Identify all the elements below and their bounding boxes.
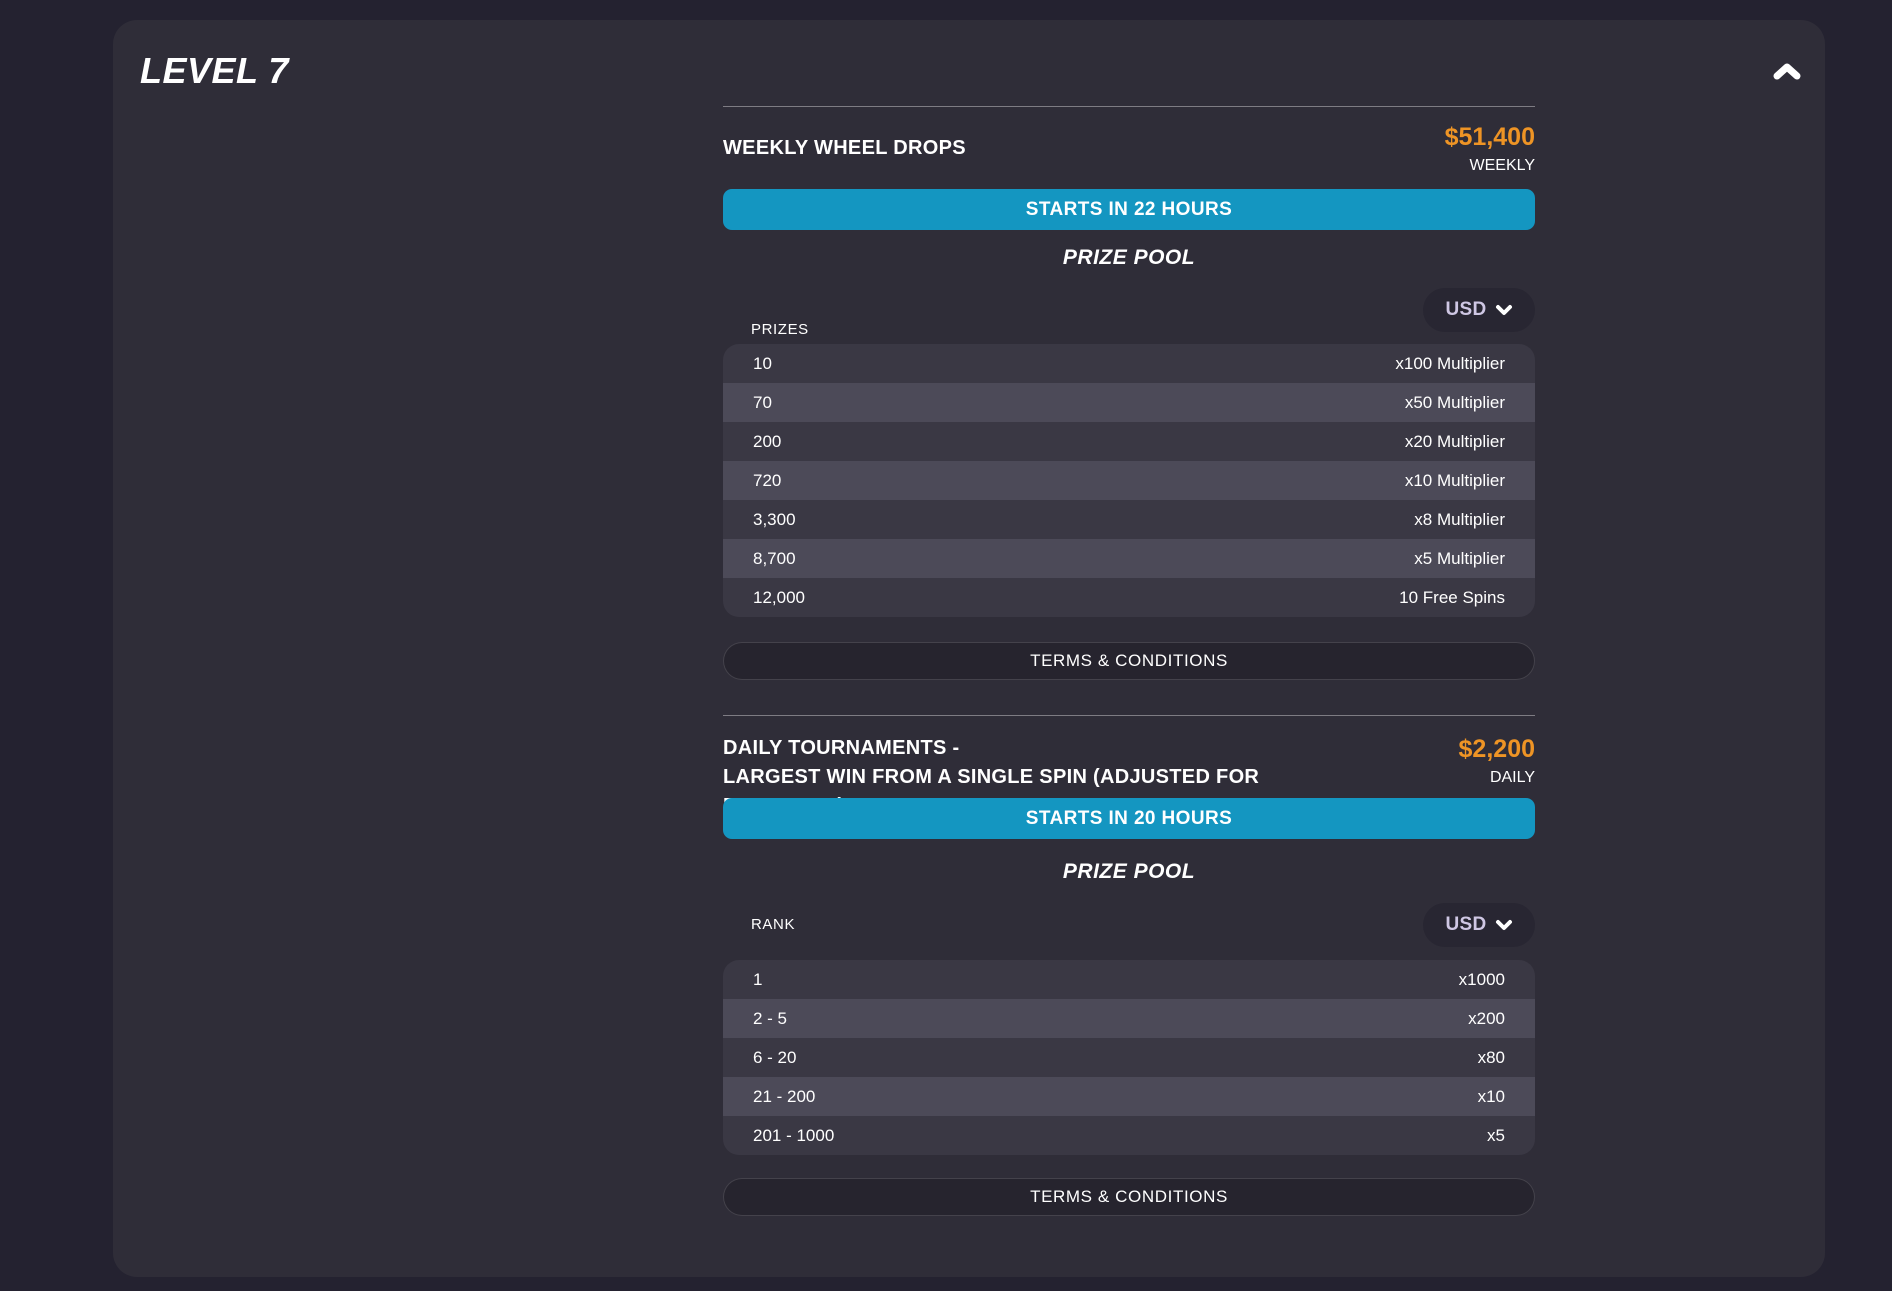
row-reward-value: 10 Free Spins [1399, 588, 1505, 608]
chevron-down-icon [1495, 304, 1513, 316]
row-reward-value: x80 [1478, 1048, 1505, 1068]
rank-table: 1 x1000 2 - 5 x200 6 - 20 x80 21 - 200 x… [723, 960, 1535, 1155]
prize-pool-heading: PRIZE POOL [723, 246, 1535, 270]
table-row: 6 - 20 x80 [723, 1038, 1535, 1077]
row-rank-value: 2 - 5 [753, 1009, 787, 1029]
row-reward-value: x10 Multiplier [1405, 471, 1505, 491]
table-row: 1 x1000 [723, 960, 1535, 999]
row-prize-value: 720 [753, 471, 781, 491]
level-card: LEVEL 7 WEEKLY WHEEL DROPS $51,400 WEEKL… [113, 20, 1825, 1277]
table-row: 720 x10 Multiplier [723, 461, 1535, 500]
table-row: 12,000 10 Free Spins [723, 578, 1535, 617]
starts-in-button[interactable]: STARTS IN 20 HOURS [723, 798, 1535, 839]
row-reward-value: x1000 [1459, 970, 1505, 990]
table-row: 70 x50 Multiplier [723, 383, 1535, 422]
prizes-table: 10 x100 Multiplier 70 x50 Multiplier 200… [723, 344, 1535, 617]
level-title: LEVEL 7 [140, 50, 289, 92]
table-row: 10 x100 Multiplier [723, 344, 1535, 383]
row-reward-value: x5 [1487, 1126, 1505, 1146]
rank-column-label: RANK [751, 915, 795, 935]
table-row: 201 - 1000 x5 [723, 1116, 1535, 1155]
currency-value: USD [1445, 914, 1486, 936]
row-rank-value: 21 - 200 [753, 1087, 815, 1107]
currency-value: USD [1445, 299, 1486, 321]
table-row: 200 x20 Multiplier [723, 422, 1535, 461]
table-row: 2 - 5 x200 [723, 999, 1535, 1038]
row-reward-value: x100 Multiplier [1395, 354, 1505, 374]
currency-dropdown[interactable]: USD [1423, 288, 1535, 332]
row-reward-value: x10 [1478, 1087, 1505, 1107]
tournament-title-line1: DAILY TOURNAMENTS - [723, 734, 1283, 763]
row-rank-value: 1 [753, 970, 762, 990]
terms-and-conditions-button[interactable]: TERMS & CONDITIONS [723, 1178, 1535, 1216]
table-row: 8,700 x5 Multiplier [723, 539, 1535, 578]
prize-period: DAILY [1223, 768, 1535, 788]
collapse-button[interactable] [1763, 48, 1811, 96]
row-reward-value: x8 Multiplier [1414, 510, 1505, 530]
row-rank-value: 201 - 1000 [753, 1126, 834, 1146]
tournament-title: WEEKLY WHEEL DROPS [723, 134, 1283, 163]
currency-dropdown[interactable]: USD [1423, 903, 1535, 947]
prize-period: WEEKLY [1223, 156, 1535, 176]
row-rank-value: 6 - 20 [753, 1048, 796, 1068]
row-prize-value: 3,300 [753, 510, 796, 530]
row-reward-value: x5 Multiplier [1414, 549, 1505, 569]
chevron-up-icon [1772, 62, 1802, 82]
chevron-down-icon [1495, 919, 1513, 931]
row-prize-value: 12,000 [753, 588, 805, 608]
table-row: 3,300 x8 Multiplier [723, 500, 1535, 539]
terms-and-conditions-button[interactable]: TERMS & CONDITIONS [723, 642, 1535, 680]
row-prize-value: 70 [753, 393, 772, 413]
table-row: 21 - 200 x10 [723, 1077, 1535, 1116]
row-reward-value: x20 Multiplier [1405, 432, 1505, 452]
row-prize-value: 200 [753, 432, 781, 452]
row-prize-value: 10 [753, 354, 772, 374]
prize-amount: $2,200 [1223, 735, 1535, 763]
section-divider [723, 106, 1535, 107]
prize-amount: $51,400 [1223, 123, 1535, 151]
prizes-column-label: PRIZES [751, 320, 809, 340]
starts-in-button[interactable]: STARTS IN 22 HOURS [723, 189, 1535, 230]
row-prize-value: 8,700 [753, 549, 796, 569]
prize-pool-heading: PRIZE POOL [723, 860, 1535, 884]
row-reward-value: x50 Multiplier [1405, 393, 1505, 413]
section-divider [723, 715, 1535, 716]
page: { "panel": { "title": "LEVEL 7", "icons"… [0, 0, 1892, 1291]
row-reward-value: x200 [1468, 1009, 1505, 1029]
